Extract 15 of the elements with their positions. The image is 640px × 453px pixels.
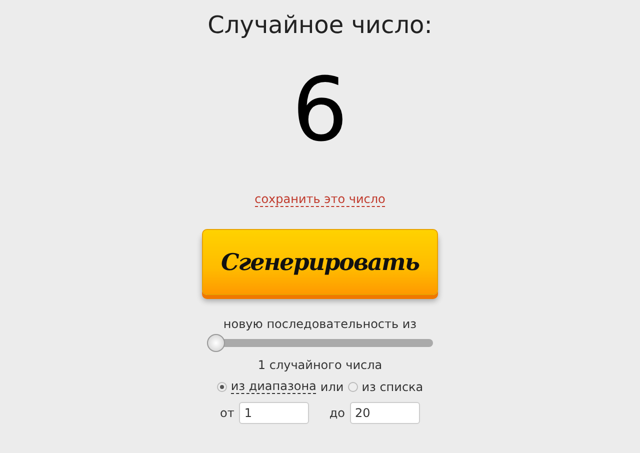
sequence-label: новую последовательность из <box>223 317 417 331</box>
option-label[interactable]: из диапазона <box>230 379 316 394</box>
save-number-link[interactable]: сохранить это число <box>254 192 386 207</box>
page-title: Случайное число: <box>208 10 432 41</box>
random-number: 6 <box>292 60 348 160</box>
range-label: от <box>220 406 234 420</box>
radio-button[interactable] <box>348 382 358 392</box>
number-field[interactable]: 1 <box>239 402 310 424</box>
slider-handle[interactable] <box>207 334 225 352</box>
option-label[interactable]: из списка <box>362 380 424 394</box>
count-text: 1 случайного числа <box>258 358 382 372</box>
radio-button[interactable] <box>216 382 227 392</box>
range-label: до <box>329 406 345 420</box>
number-field[interactable]: 20 <box>350 402 420 424</box>
joiner-text: или <box>320 380 344 394</box>
